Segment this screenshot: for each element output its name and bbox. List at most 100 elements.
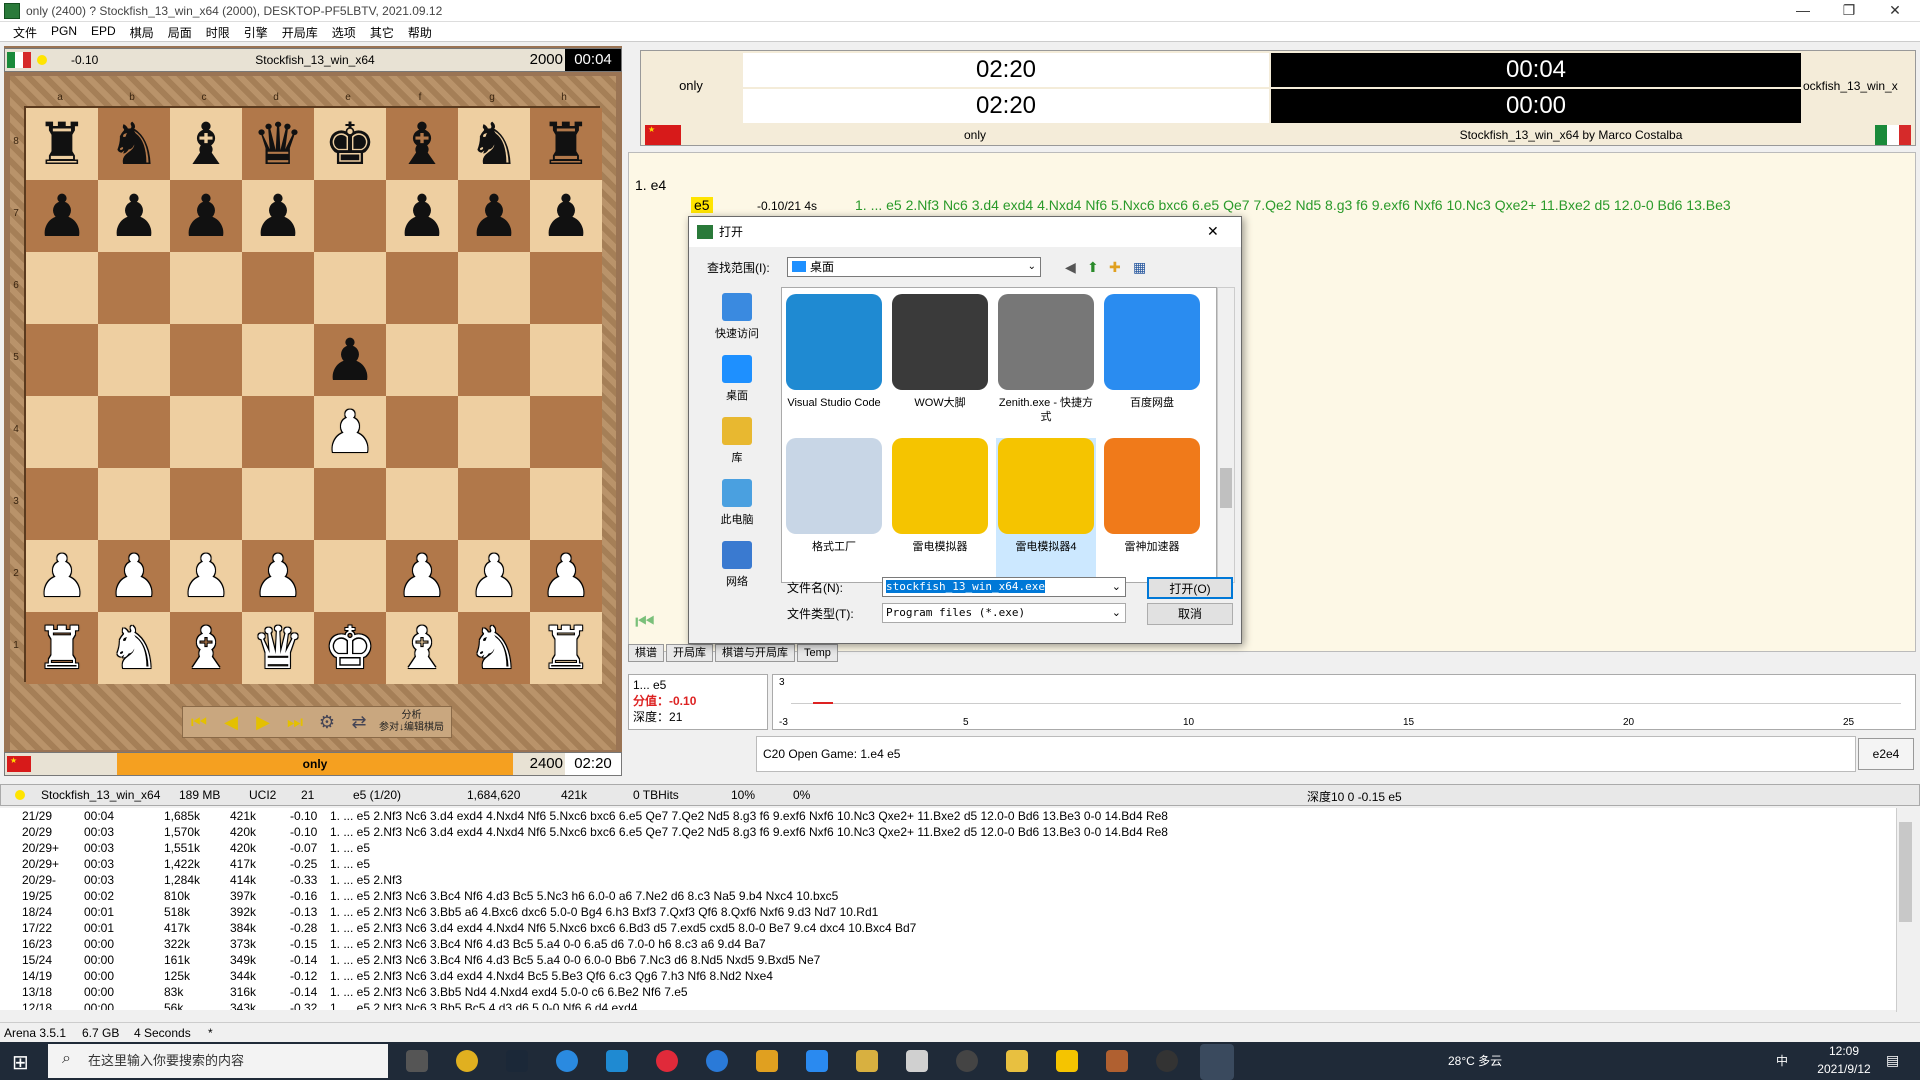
- square-f2[interactable]: ♟: [386, 540, 458, 612]
- back-icon[interactable]: ◀: [1065, 259, 1076, 276]
- lookin-select[interactable]: 桌面 ⌄: [787, 257, 1041, 277]
- file-list-scrollbar[interactable]: [1217, 287, 1235, 583]
- file-item[interactable]: Visual Studio Code: [784, 294, 884, 434]
- engine-line[interactable]: 20/29+ 00:03 1,551k 420k -0.07 1. ... e5: [0, 840, 1900, 856]
- square-h2[interactable]: ♟: [530, 540, 602, 612]
- square-a6[interactable]: [26, 252, 98, 324]
- tab-book[interactable]: 开局库: [666, 644, 713, 662]
- steam-icon[interactable]: [506, 1050, 528, 1072]
- white-bishop-icon[interactable]: ♝: [180, 619, 232, 677]
- black-knight-icon[interactable]: ♞: [468, 115, 520, 173]
- notification-icon[interactable]: ▤: [1886, 1052, 1899, 1069]
- square-b1[interactable]: ♞: [98, 612, 170, 684]
- chess-board[interactable]: ♜ ♞ ♝ ♛ ♚ ♝ ♞ ♜ ♟ ♟ ♟ ♟ ♟ ♟ ♟ ♟ ♟ ♟ ♟ ♟ ♟ ♟ ♟ ♟ ♜ ♞ ♝ ♛ ♚ ♝ ♞ ♜: [24, 106, 602, 684]
- engine-line[interactable]: 20/29- 00:03 1,284k 414k -0.33 1. ... e5 2.Nf…: [0, 872, 1900, 888]
- square-c7[interactable]: ♟: [170, 180, 242, 252]
- prev-move-icon[interactable]: ◀: [219, 710, 243, 734]
- move-number[interactable]: 1. e4: [635, 177, 666, 193]
- black-rook-icon[interactable]: ♜: [36, 115, 88, 173]
- white-pawn-icon[interactable]: ♟: [108, 547, 160, 605]
- square-h7[interactable]: ♟: [530, 180, 602, 252]
- white-knight-icon[interactable]: ♞: [468, 619, 520, 677]
- menu-help[interactable]: 帮助: [401, 22, 439, 41]
- square-c3[interactable]: [170, 468, 242, 540]
- menu-position[interactable]: 局面: [161, 22, 199, 41]
- square-d6[interactable]: [242, 252, 314, 324]
- black-rook-icon[interactable]: ♜: [540, 115, 592, 173]
- engine-line[interactable]: 12/18 00:00 56k 343k -0.32 1. ... e5 2.Nf3 Nc…: [0, 1000, 1900, 1010]
- qq-browser-icon[interactable]: [556, 1050, 578, 1072]
- black-bishop-icon[interactable]: ♝: [396, 115, 448, 173]
- square-e3[interactable]: [314, 468, 386, 540]
- weather-label[interactable]: 28°C 多云: [1448, 1052, 1502, 1069]
- app-icon[interactable]: [906, 1050, 928, 1072]
- white-queen-icon[interactable]: ♛: [252, 619, 304, 677]
- ime-indicator[interactable]: 中: [1776, 1052, 1788, 1069]
- square-h5[interactable]: [530, 324, 602, 396]
- square-b2[interactable]: ♟: [98, 540, 170, 612]
- engine-line[interactable]: 13/18 00:00 83k 316k -0.14 1. ... e5 2.Nf3 Nc…: [0, 984, 1900, 1000]
- square-c6[interactable]: [170, 252, 242, 324]
- app-icon[interactable]: [706, 1050, 728, 1072]
- white-pawn-icon[interactable]: ♟: [468, 547, 520, 605]
- menu-options[interactable]: 选项: [325, 22, 363, 41]
- square-d3[interactable]: [242, 468, 314, 540]
- open-button[interactable]: 打开(O): [1147, 577, 1233, 599]
- current-move[interactable]: e5: [691, 197, 713, 213]
- app-icon[interactable]: [956, 1050, 978, 1072]
- tab-game[interactable]: 棋谱: [628, 644, 664, 662]
- menu-levels[interactable]: 时限: [199, 22, 237, 41]
- engine-line[interactable]: 15/24 00:00 161k 349k -0.14 1. ... e5 2.Nf3 N…: [0, 952, 1900, 968]
- square-a4[interactable]: [26, 396, 98, 468]
- black-king-icon[interactable]: ♚: [324, 115, 376, 173]
- file-item[interactable]: Zenith.exe - 快捷方式: [996, 294, 1096, 434]
- square-e5[interactable]: ♟: [314, 324, 386, 396]
- square-f5[interactable]: [386, 324, 458, 396]
- square-e7[interactable]: [314, 180, 386, 252]
- black-pawn-icon[interactable]: ♟: [180, 187, 232, 245]
- close-button[interactable]: ✕: [1872, 0, 1918, 22]
- tab-temp[interactable]: Temp: [797, 644, 838, 662]
- engine-line[interactable]: 17/22 00:01 417k 384k -0.28 1. ... e5 2.Nf3 N…: [0, 920, 1900, 936]
- white-bishop-icon[interactable]: ♝: [396, 619, 448, 677]
- white-pawn-icon[interactable]: ♟: [36, 547, 88, 605]
- engine-line[interactable]: 16/23 00:00 322k 373k -0.15 1. ... e5 2.Nf3 N…: [0, 936, 1900, 952]
- file-item[interactable]: 百度网盘: [1102, 294, 1202, 434]
- square-d2[interactable]: ♟: [242, 540, 314, 612]
- white-knight-icon[interactable]: ♞: [108, 619, 160, 677]
- square-b3[interactable]: [98, 468, 170, 540]
- engine-line[interactable]: 14/19 00:00 125k 344k -0.12 1. ... e5 2.Nf3 N…: [0, 968, 1900, 984]
- square-b8[interactable]: ♞: [98, 108, 170, 180]
- app-icon[interactable]: [1156, 1050, 1178, 1072]
- place-network[interactable]: 网络: [699, 535, 775, 597]
- filename-input[interactable]: stockfish_13_win_x64.exe ⌄: [882, 577, 1126, 597]
- square-g4[interactable]: [458, 396, 530, 468]
- square-d1[interactable]: ♛: [242, 612, 314, 684]
- square-h3[interactable]: [530, 468, 602, 540]
- square-f7[interactable]: ♟: [386, 180, 458, 252]
- analysis-edit-label[interactable]: 分析 参对↓编辑棋局: [379, 710, 444, 734]
- new-folder-icon[interactable]: ✚: [1109, 259, 1121, 276]
- file-item[interactable]: 雷电模拟器: [890, 438, 990, 578]
- engine-line[interactable]: 20/29+ 00:03 1,422k 417k -0.25 1. ... e5: [0, 856, 1900, 872]
- black-queen-icon[interactable]: ♛: [252, 115, 304, 173]
- black-knight-icon[interactable]: ♞: [108, 115, 160, 173]
- engine-line[interactable]: 20/29 00:03 1,570k 420k -0.10 1. ... e5 2.Nf3…: [0, 824, 1900, 840]
- square-g5[interactable]: [458, 324, 530, 396]
- clock-date[interactable]: 2021/9/12: [1806, 1062, 1882, 1076]
- gear-icon[interactable]: ⚙: [315, 710, 339, 734]
- square-f3[interactable]: [386, 468, 458, 540]
- minimize-button[interactable]: —: [1780, 0, 1826, 22]
- square-c1[interactable]: ♝: [170, 612, 242, 684]
- first-move-icon[interactable]: ⏮: [187, 710, 211, 734]
- scrollbar-thumb[interactable]: [1220, 468, 1232, 508]
- square-a5[interactable]: [26, 324, 98, 396]
- engine-output-scrollbar[interactable]: [1896, 808, 1914, 1012]
- square-e4[interactable]: ♟: [314, 396, 386, 468]
- ldplayer-icon[interactable]: [1056, 1050, 1078, 1072]
- place-quick-access[interactable]: 快速访问: [699, 287, 775, 349]
- square-e1[interactable]: ♚: [314, 612, 386, 684]
- square-c5[interactable]: [170, 324, 242, 396]
- white-rook-icon[interactable]: ♜: [540, 619, 592, 677]
- cancel-button[interactable]: 取消: [1147, 603, 1233, 625]
